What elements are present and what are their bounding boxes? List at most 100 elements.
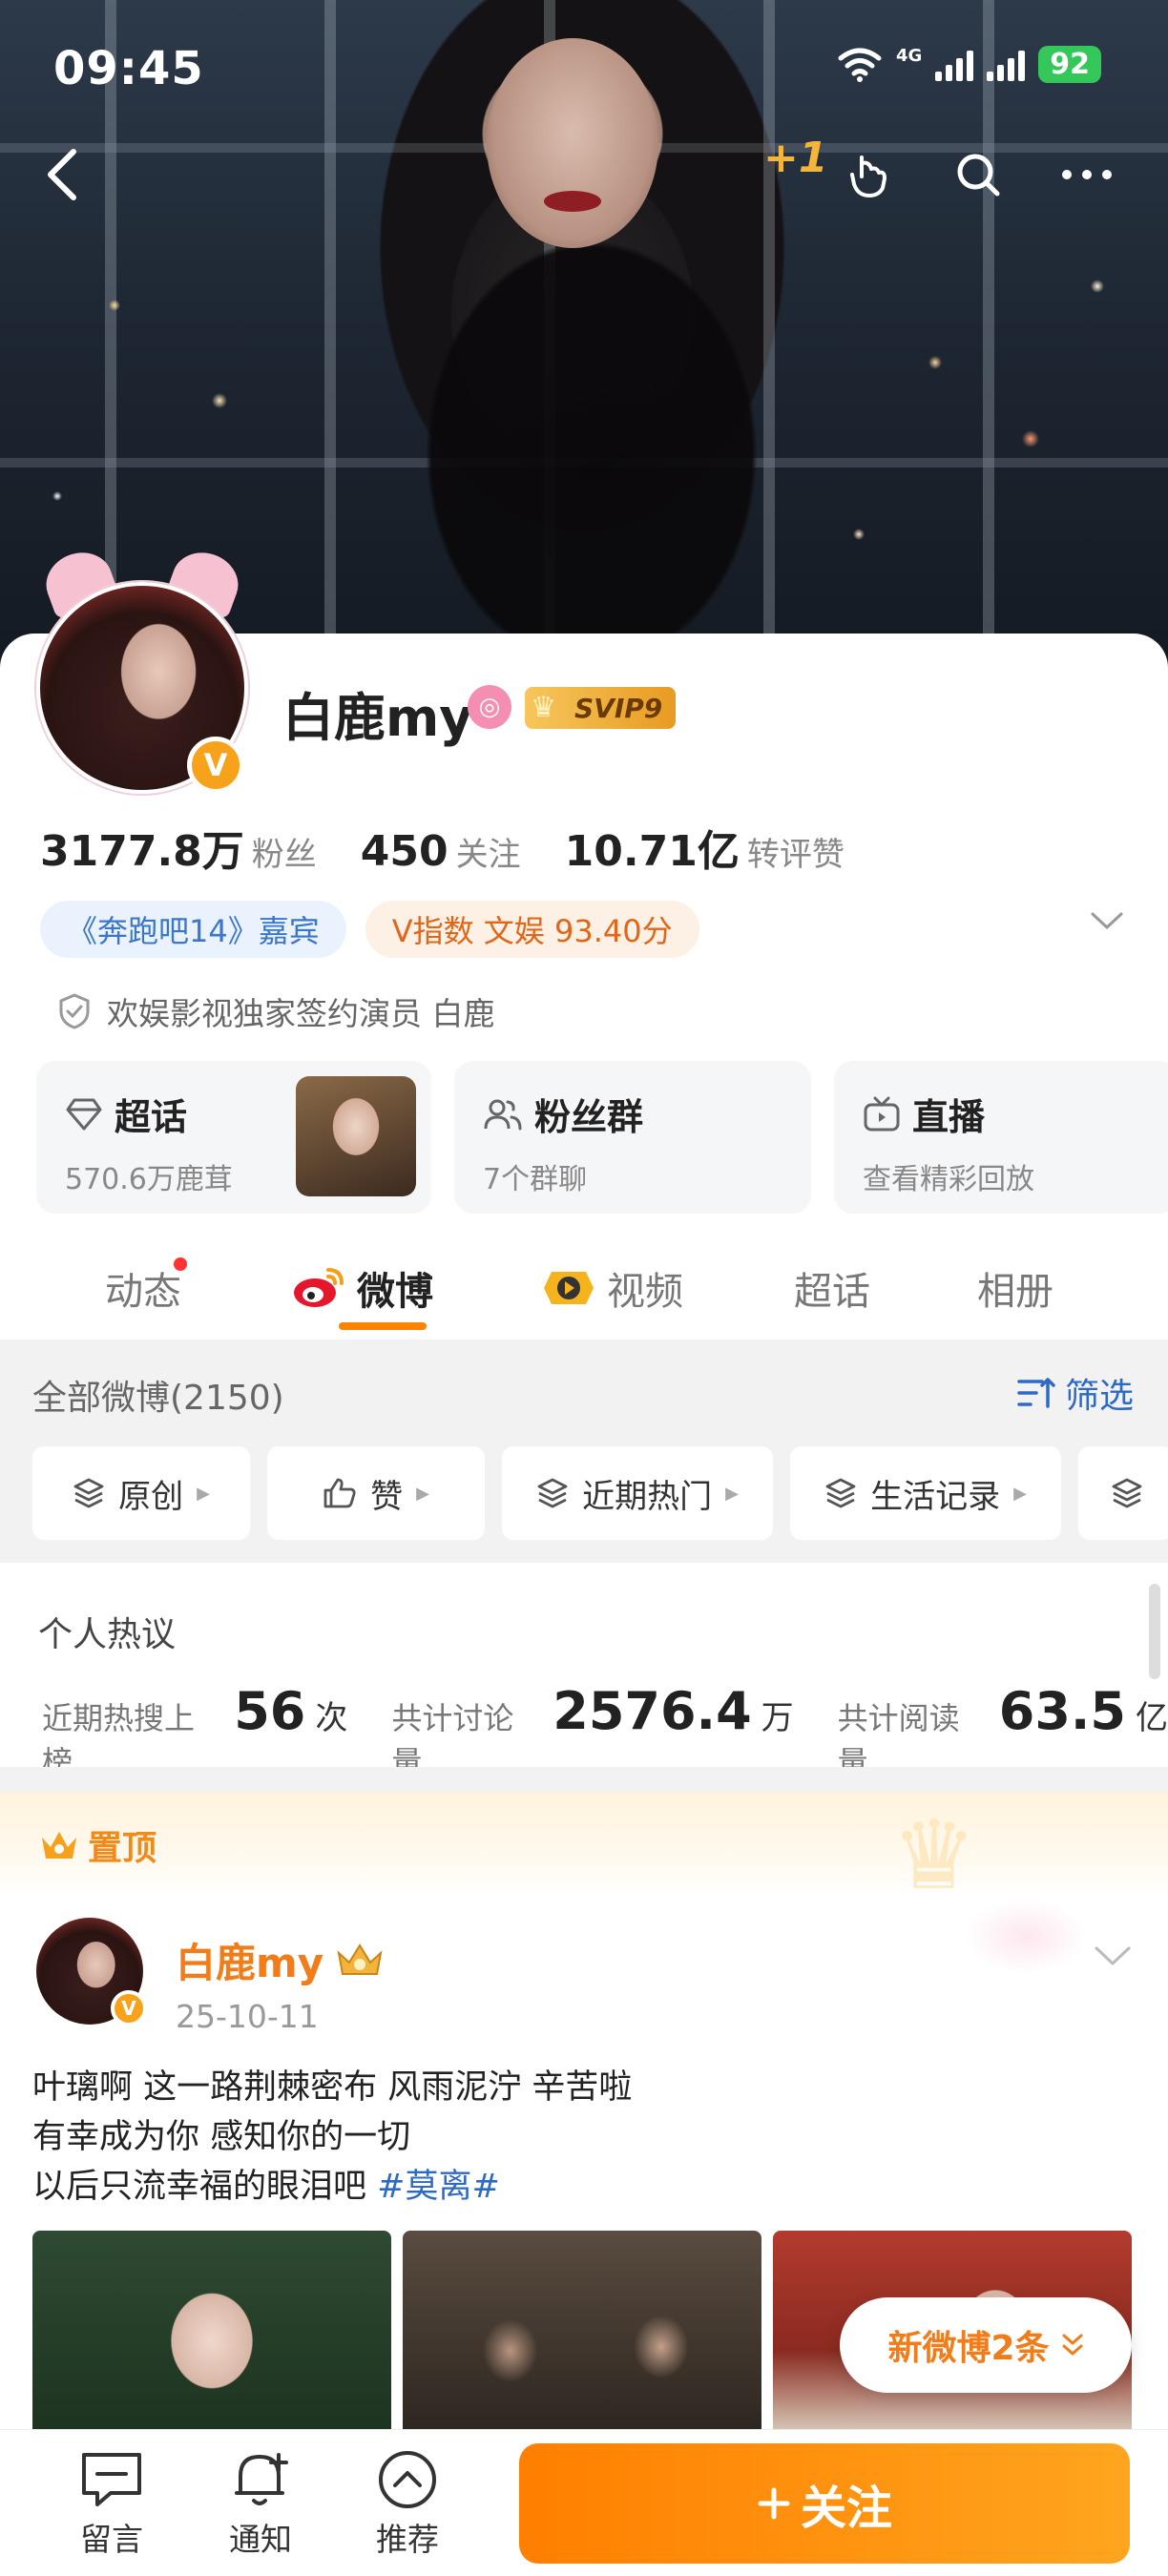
stat-number: 450 (360, 827, 448, 876)
chip-original[interactable]: 原创 ▶ (32, 1446, 250, 1540)
follow-label: 关注 (800, 2482, 892, 2535)
tag-v-index[interactable]: V指数 文娱 93.40分 (365, 901, 699, 958)
plus-one-badge: +1 (763, 134, 828, 182)
caret-right-icon: ▶ (725, 1483, 739, 1504)
active-tab-indicator (338, 1322, 427, 1330)
layers-icon (537, 1478, 568, 1508)
expand-profile-button[interactable] (1090, 910, 1124, 935)
filter-button[interactable]: 筛选 (1017, 1368, 1134, 1418)
message-button[interactable]: 留言 (59, 2449, 164, 2560)
stat-engagement[interactable]: 10.71亿 转评赞 (565, 817, 845, 878)
member-ring-icon[interactable]: ◎ (468, 685, 511, 729)
poke-button[interactable] (836, 141, 903, 208)
new-posts-label: 新微博2条 (887, 2329, 1050, 2368)
chevron-down-icon (1095, 1946, 1131, 1965)
tab-label: 微博 (357, 1270, 433, 1314)
tag-guest[interactable]: 《奔跑吧14》嘉宾 (40, 901, 346, 958)
crown-watermark-icon: ♛ (891, 1799, 977, 1911)
hot-stat-unit: 万 (761, 1699, 794, 1737)
svip-badge[interactable]: ♛ SVIP9 (525, 687, 677, 729)
post-menu-button[interactable] (1094, 1944, 1132, 1971)
chip-label: 原创 (118, 1477, 184, 1516)
notify-button[interactable]: 通知 (208, 2449, 313, 2560)
pinned-text: 置顶 (88, 1829, 157, 1868)
stat-following[interactable]: 450 关注 (361, 827, 521, 876)
tab-weibo[interactable]: 微博 (292, 1240, 433, 1336)
status-time: 09:45 (53, 42, 204, 95)
tab-label: 动态 (105, 1270, 181, 1314)
post-line: 以后只流幸福的眼泪吧 (32, 2168, 378, 2206)
profile-avatar[interactable]: V (36, 543, 248, 794)
post-content[interactable]: 叶璃啊 这一路荆棘密布 风雨泥泞 辛苦啦 有幸成为你 感知你的一切 以后只流幸福… (32, 2063, 632, 2212)
search-button[interactable] (945, 141, 1012, 208)
recommend-button[interactable]: 推荐 (355, 2449, 460, 2560)
pinned-label: 置顶 (38, 1820, 156, 1870)
card-super-topic[interactable]: 超话 570.6万鹿茸 (36, 1061, 431, 1214)
top-nav: +1 (0, 134, 1168, 219)
more-dots-icon (1062, 170, 1112, 179)
bunny-decoration (964, 1899, 1088, 1975)
post-author[interactable]: 白鹿my (176, 1931, 385, 1989)
post-author-avatar[interactable]: V (36, 1918, 147, 2026)
verified-v-icon: V (187, 737, 244, 794)
post-line: 有幸成为你 感知你的一切 (32, 2118, 411, 2156)
super-topic-thumbnail (296, 1076, 416, 1196)
gold-crown-icon (337, 1942, 383, 1975)
bottom-action-bar: 留言 通知 推荐 关注 (0, 2429, 1168, 2576)
scrollbar-thumb[interactable] (1149, 1584, 1160, 1679)
tab-label: 视频 (607, 1270, 683, 1314)
personal-hot-section[interactable]: 个人热议 近期热搜上榜 56 次 共计讨论量 2576.4 万 共计阅读量 63… (0, 1563, 1168, 1780)
search-icon (957, 154, 1000, 197)
pinned-banner: 置顶 ♛ (0, 1792, 1168, 1911)
battery-level: 92 (1038, 46, 1101, 83)
post-line-3: 以后只流幸福的眼泪吧 #莫离# (32, 2162, 632, 2212)
plus-icon (758, 2487, 790, 2520)
stat-fans[interactable]: 3177.8万 粉丝 (40, 817, 317, 878)
stat-label: 转评赞 (746, 836, 845, 874)
follow-button[interactable]: 关注 (519, 2443, 1130, 2564)
tv-icon (864, 1096, 900, 1131)
chip-likes[interactable]: 赞 ▶ (267, 1446, 485, 1540)
bottom-label: 通知 (229, 2521, 292, 2558)
hot-stat-unit: 亿 (1136, 1699, 1168, 1737)
layers-icon (825, 1478, 856, 1508)
double-chevron-down-icon (1062, 2334, 1083, 2356)
tab-activity[interactable]: 动态 (105, 1240, 187, 1336)
bell-plus-icon (235, 2453, 288, 2505)
post-image[interactable] (32, 2231, 391, 2431)
status-bar: 09:45 4G 92 (0, 29, 1168, 105)
tab-video[interactable]: 视频 (542, 1240, 683, 1336)
tab-super-topic[interactable]: 超话 (794, 1240, 870, 1336)
shield-check-icon (59, 993, 90, 1029)
post-image[interactable] (403, 2231, 761, 2431)
hot-stat-unit: 次 (315, 1699, 348, 1737)
card-fan-group[interactable]: 粉丝群 7个群聊 (454, 1061, 811, 1214)
new-posts-pill[interactable]: 新微博2条 (840, 2297, 1132, 2393)
chevron-down-icon (1091, 912, 1123, 929)
weibo-logo-icon (294, 1268, 344, 1307)
chip-more[interactable] (1078, 1446, 1168, 1540)
chip-life-record[interactable]: 生活记录 ▶ (790, 1446, 1061, 1540)
caret-right-icon: ▶ (416, 1483, 429, 1504)
tab-album[interactable]: 相册 (977, 1240, 1053, 1336)
tab-label: 超话 (794, 1270, 870, 1314)
filter-label: 筛选 (1064, 1377, 1134, 1416)
verification-info[interactable]: 欢娱影视独家签约演员 白鹿 (57, 988, 495, 1034)
stat-number: 3177.8万 (40, 827, 244, 876)
hot-stat-value: 2576.4 (553, 1681, 752, 1741)
stat-number: 10.71亿 (564, 827, 740, 876)
profile-tags: 《奔跑吧14》嘉宾 V指数 文娱 93.40分 (40, 901, 699, 958)
stat-label: 粉丝 (251, 836, 317, 874)
hot-title: 个人热议 (38, 1615, 177, 1654)
layers-icon (1112, 1478, 1142, 1508)
filter-sort-icon (1017, 1378, 1055, 1408)
back-button[interactable] (29, 141, 95, 208)
chip-recent-hot[interactable]: 近期热门 ▶ (502, 1446, 773, 1540)
hashtag-link[interactable]: #莫离# (377, 2168, 500, 2206)
card-title: 超话 (115, 1096, 188, 1138)
feature-cards: 超话 570.6万鹿茸 粉丝群 7个群聊 直播 查看精彩回放 (36, 1061, 1168, 1214)
more-button[interactable] (1053, 141, 1120, 208)
finger-poke-icon (850, 156, 886, 197)
crown-icon (42, 1832, 76, 1859)
card-live[interactable]: 直播 查看精彩回放 (834, 1061, 1168, 1214)
